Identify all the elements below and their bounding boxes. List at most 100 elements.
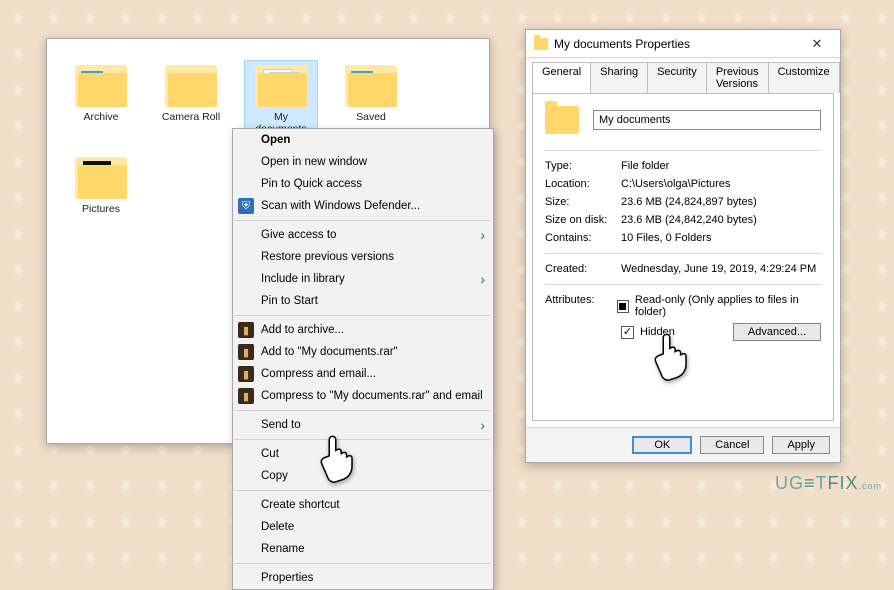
close-button[interactable]: ✕ (800, 33, 834, 55)
tab-general[interactable]: General (532, 62, 591, 93)
defender-icon: ⛨ (238, 198, 254, 214)
menu-delete[interactable]: Delete (233, 516, 493, 538)
folder-icon (534, 38, 548, 50)
folder-icon (75, 157, 127, 199)
value-created: Wednesday, June 19, 2019, 4:29:24 PM (621, 263, 816, 275)
menu-add-to-rar[interactable]: ▮ Add to "My documents.rar" (233, 341, 493, 363)
window-title: My documents Properties (554, 37, 690, 51)
winrar-icon: ▮ (238, 388, 254, 404)
menu-create-shortcut[interactable]: Create shortcut (233, 494, 493, 516)
label-attributes: Attributes: (545, 294, 617, 318)
menu-label: Pin to Start (261, 295, 318, 307)
menu-rename[interactable]: Rename (233, 538, 493, 560)
value-size: 23.6 MB (24,824,897 bytes) (621, 196, 757, 208)
menu-separator (235, 220, 491, 221)
tab-previous-versions[interactable]: Previous Versions (706, 62, 769, 93)
button-label: Cancel (715, 439, 749, 451)
readonly-label: Read-only (Only applies to files in fold… (635, 294, 821, 318)
menu-label: Pin to Quick access (261, 178, 362, 190)
label-contains: Contains: (545, 232, 621, 244)
tab-label: Sharing (600, 66, 638, 78)
ok-button[interactable]: OK (632, 436, 692, 454)
label-location: Location: (545, 178, 621, 190)
folder-label: Archive (65, 111, 137, 123)
menu-include-in-library[interactable]: Include in library (233, 268, 493, 290)
tab-customize[interactable]: Customize (768, 62, 840, 93)
folder-item[interactable]: Ps Saved (335, 61, 407, 135)
menu-label: Open in new window (261, 156, 367, 168)
menu-label: Compress and email... (261, 368, 376, 380)
tab-label: Security (657, 66, 697, 78)
menu-label: Rename (261, 543, 304, 555)
menu-scan-defender[interactable]: ⛨ Scan with Windows Defender... (233, 195, 493, 217)
folder-item[interactable]: Ps Archive (65, 61, 137, 135)
properties-dialog: My documents Properties ✕ General Sharin… (525, 29, 841, 463)
tab-label: Previous Versions (716, 66, 759, 90)
folder-icon (255, 65, 307, 107)
menu-open[interactable]: Open (233, 129, 493, 151)
menu-label: Restore previous versions (261, 251, 394, 263)
titlebar: My documents Properties ✕ (526, 30, 840, 58)
menu-label: Delete (261, 521, 294, 533)
cancel-button[interactable]: Cancel (700, 436, 764, 454)
label-type: Type: (545, 160, 621, 172)
menu-label: Open (261, 134, 290, 146)
folder-item-selected[interactable]: My documents (245, 61, 317, 135)
readonly-checkbox[interactable] (617, 300, 629, 313)
menu-copy[interactable]: Copy (233, 465, 493, 487)
folder-name-input[interactable] (593, 110, 821, 130)
value-contains: 10 Files, 0 Folders (621, 232, 711, 244)
value-location: C:\Users\olga\Pictures (621, 178, 730, 190)
menu-label: Scan with Windows Defender... (261, 200, 420, 212)
winrar-icon: ▮ (238, 322, 254, 338)
folder-label: Saved (335, 111, 407, 123)
menu-label: Add to "My documents.rar" (261, 346, 398, 358)
menu-label: Include in library (261, 273, 345, 285)
folder-label: Camera Roll (155, 111, 227, 123)
menu-label: Add to archive... (261, 324, 344, 336)
button-label: Apply (787, 439, 815, 451)
folder-icon: Ps (75, 65, 127, 107)
menu-separator (235, 439, 491, 440)
folder-item[interactable]: Pictures (65, 153, 137, 215)
menu-give-access-to[interactable]: Give access to (233, 224, 493, 246)
winrar-icon: ▮ (238, 344, 254, 360)
menu-label: Give access to (261, 229, 336, 241)
menu-label: Properties (261, 572, 313, 584)
menu-label: Compress to "My documents.rar" and email (261, 390, 483, 402)
hidden-checkbox[interactable] (621, 326, 634, 339)
menu-restore-previous[interactable]: Restore previous versions (233, 246, 493, 268)
apply-button[interactable]: Apply (772, 436, 830, 454)
cursor-hand-icon (316, 432, 362, 484)
tab-label: Customize (778, 66, 830, 78)
folder-icon (545, 106, 579, 134)
menu-separator (235, 410, 491, 411)
menu-pin-quick-access[interactable]: Pin to Quick access (233, 173, 493, 195)
button-label: OK (654, 439, 670, 451)
folder-icon: Ps (345, 65, 397, 107)
folder-label: Pictures (65, 203, 137, 215)
menu-properties[interactable]: Properties (233, 567, 493, 589)
tabs: General Sharing Security Previous Versio… (526, 58, 840, 93)
dialog-buttons: OK Cancel Apply (526, 427, 840, 462)
menu-label: Send to (261, 419, 301, 431)
cursor-hand-icon (650, 330, 696, 382)
menu-send-to[interactable]: Send to (233, 414, 493, 436)
tab-security[interactable]: Security (647, 62, 707, 93)
advanced-button[interactable]: Advanced... (733, 323, 821, 341)
menu-add-to-archive[interactable]: ▮ Add to archive... (233, 319, 493, 341)
menu-compress-rar-email[interactable]: ▮ Compress to "My documents.rar" and emai… (233, 385, 493, 407)
button-label: Advanced... (748, 326, 806, 338)
menu-compress-email[interactable]: ▮Compress and email... (233, 363, 493, 385)
menu-separator (235, 490, 491, 491)
menu-pin-to-start[interactable]: Pin to Start (233, 290, 493, 312)
menu-cut[interactable]: Cut (233, 443, 493, 465)
label-size: Size: (545, 196, 621, 208)
value-type: File folder (621, 160, 669, 172)
menu-open-new-window[interactable]: Open in new window (233, 151, 493, 173)
folder-icon (165, 65, 217, 107)
menu-label: Create shortcut (261, 499, 340, 511)
tab-sharing[interactable]: Sharing (590, 62, 648, 93)
watermark: UG≡TFIX.com (775, 473, 882, 494)
folder-item[interactable]: Camera Roll (155, 61, 227, 135)
